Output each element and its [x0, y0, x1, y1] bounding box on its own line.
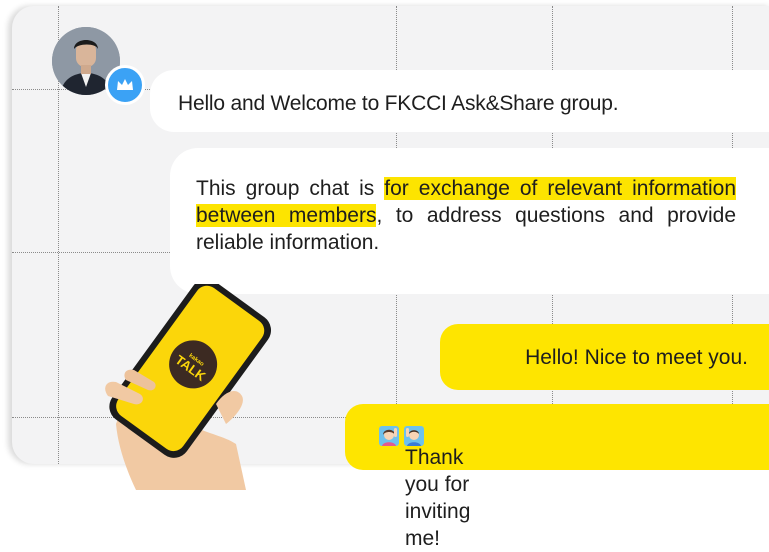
message-text: Hello! Nice to meet you. — [525, 346, 748, 369]
message-text: This group chat is for exchange of relev… — [196, 175, 736, 256]
message-text: Hello and Welcome to FKCCI Ask&Share gro… — [178, 92, 619, 115]
message-text-part: Thank you for inviting me! — [405, 446, 471, 550]
phone-in-hand-illustration: kakao TALK — [105, 284, 272, 490]
message-bubble-received[interactable]: Hello and Welcome to FKCCI Ask&Share gro… — [150, 70, 769, 132]
message-text: Thank you for inviting me! — [375, 424, 470, 550]
message-text-part: This group chat is — [196, 177, 385, 200]
message-bubble-received[interactable]: This group chat is for exchange of relev… — [170, 148, 769, 294]
woman-raising-hand-emoji — [379, 426, 399, 446]
message-bubble-sent[interactable]: Hello! Nice to meet you. — [440, 324, 769, 390]
crown-icon — [105, 65, 145, 105]
message-bubble-sent[interactable]: Thank you for inviting me! — [345, 404, 769, 550]
